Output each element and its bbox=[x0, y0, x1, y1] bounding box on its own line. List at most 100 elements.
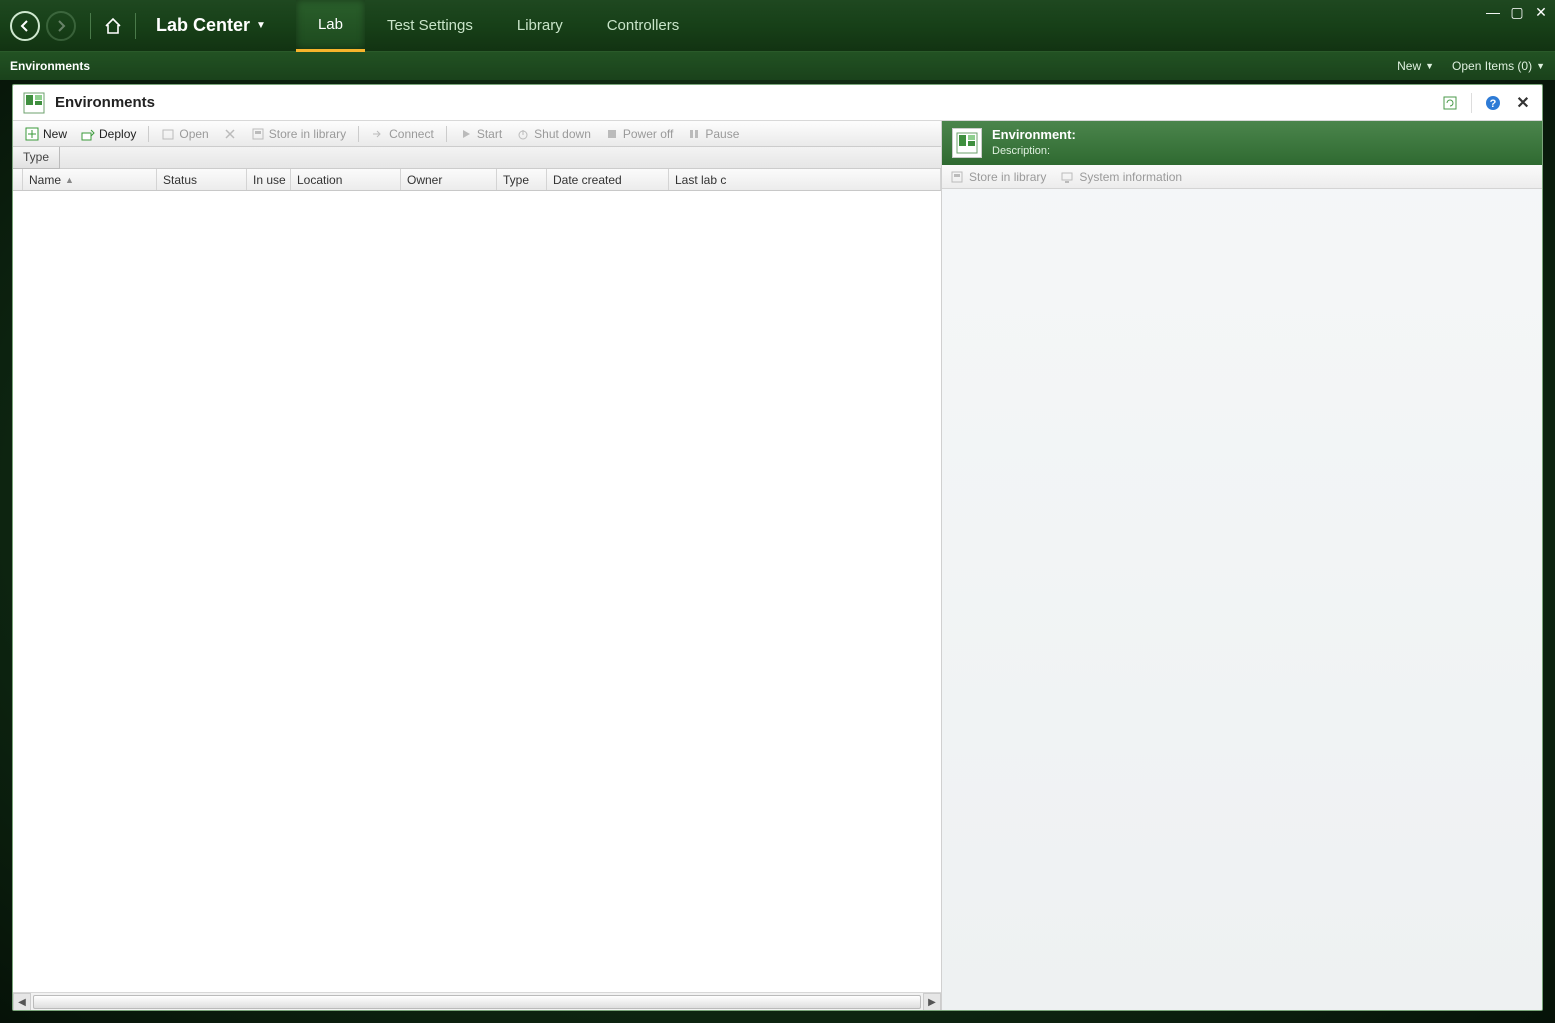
content-frame: Environments ? ✕ New Deploy bbox=[12, 84, 1543, 1011]
pause-icon bbox=[687, 127, 701, 141]
left-pane: New Deploy Open Store in library bbox=[13, 121, 942, 1010]
minimize-button[interactable]: — bbox=[1485, 4, 1501, 21]
details-store-button: Store in library bbox=[950, 170, 1046, 184]
column-headers: Name▲ Status In use Location Owner Type … bbox=[13, 169, 941, 191]
deploy-icon bbox=[81, 127, 95, 141]
stop-icon bbox=[605, 127, 619, 141]
row-grip bbox=[13, 169, 23, 190]
col-name[interactable]: Name ▲ bbox=[23, 169, 157, 190]
deploy-label: Deploy bbox=[99, 127, 136, 141]
scroll-thumb[interactable] bbox=[33, 995, 921, 1009]
tab-controllers[interactable]: Controllers bbox=[585, 0, 702, 52]
delete-button bbox=[217, 125, 243, 143]
description-label: Description: bbox=[992, 144, 1076, 158]
maximize-button[interactable]: ▢ bbox=[1509, 4, 1525, 21]
new-icon bbox=[25, 127, 39, 141]
tab-test-settings[interactable]: Test Settings bbox=[365, 0, 495, 52]
environment-icon bbox=[952, 128, 982, 158]
environment-label: Environment: bbox=[992, 127, 1076, 144]
col-in-use[interactable]: In use bbox=[247, 169, 291, 190]
start-button: Start bbox=[453, 125, 508, 143]
separator bbox=[358, 126, 359, 142]
col-status[interactable]: Status bbox=[157, 169, 247, 190]
connect-icon bbox=[371, 127, 385, 141]
details-sysinfo-label: System information bbox=[1079, 170, 1182, 184]
open-button: Open bbox=[155, 125, 214, 143]
open-items-label: Open Items (0) bbox=[1452, 59, 1532, 73]
scroll-left-button[interactable]: ◀ bbox=[13, 993, 31, 1010]
refresh-icon[interactable] bbox=[1441, 94, 1459, 112]
details-pane: Environment: Description: Store in libra… bbox=[942, 121, 1542, 1010]
sort-asc-icon: ▲ bbox=[65, 175, 74, 185]
horizontal-scrollbar[interactable]: ◀ ▶ bbox=[13, 992, 941, 1010]
open-icon bbox=[161, 127, 175, 141]
power-icon bbox=[516, 127, 530, 141]
page-title: Environments bbox=[55, 94, 155, 111]
ribbon: Lab Center ▼ Lab Test Settings Library C… bbox=[0, 0, 1555, 52]
app-title-dropdown[interactable]: ▼ bbox=[256, 20, 266, 31]
app-title: Lab Center bbox=[156, 15, 250, 36]
col-location[interactable]: Location bbox=[291, 169, 401, 190]
help-icon[interactable]: ? bbox=[1484, 94, 1502, 112]
page-header: Environments ? ✕ bbox=[13, 85, 1542, 121]
open-items-menu[interactable]: Open Items (0) ▼ bbox=[1452, 59, 1545, 73]
details-sysinfo-button: System information bbox=[1060, 170, 1182, 184]
store-icon bbox=[251, 127, 265, 141]
home-button[interactable] bbox=[99, 12, 127, 40]
col-owner[interactable]: Owner bbox=[401, 169, 497, 190]
toolbar: New Deploy Open Store in library bbox=[13, 121, 941, 147]
tab-library[interactable]: Library bbox=[495, 0, 585, 52]
scroll-right-button[interactable]: ▶ bbox=[923, 993, 941, 1010]
col-last-lab[interactable]: Last lab c bbox=[669, 169, 941, 190]
main-tabs: Lab Test Settings Library Controllers bbox=[296, 0, 701, 52]
deploy-button[interactable]: Deploy bbox=[75, 125, 142, 143]
separator bbox=[135, 13, 136, 39]
shutdown-label: Shut down bbox=[534, 127, 591, 141]
group-by-type[interactable]: Type bbox=[13, 147, 60, 169]
sysinfo-icon bbox=[1060, 170, 1074, 184]
close-window-button[interactable]: ✕ bbox=[1533, 4, 1549, 21]
open-label: Open bbox=[179, 127, 208, 141]
separator bbox=[90, 13, 91, 39]
new-button[interactable]: New bbox=[19, 125, 73, 143]
separator bbox=[148, 126, 149, 142]
store-button: Store in library bbox=[245, 125, 352, 143]
poweroff-button: Power off bbox=[599, 125, 679, 143]
svg-text:?: ? bbox=[1490, 98, 1497, 110]
connect-label: Connect bbox=[389, 127, 434, 141]
store-icon bbox=[950, 170, 964, 184]
connect-button: Connect bbox=[365, 125, 440, 143]
forward-button[interactable] bbox=[46, 11, 76, 41]
new-menu[interactable]: New ▼ bbox=[1397, 59, 1434, 73]
close-page-button[interactable]: ✕ bbox=[1514, 94, 1532, 112]
store-label: Store in library bbox=[269, 127, 346, 141]
chevron-down-icon: ▼ bbox=[1425, 61, 1434, 71]
shutdown-button: Shut down bbox=[510, 125, 597, 143]
body-split: New Deploy Open Store in library bbox=[13, 121, 1542, 1010]
environments-icon bbox=[23, 92, 45, 114]
details-toolbar: Store in library System information bbox=[942, 165, 1542, 189]
back-button[interactable] bbox=[10, 11, 40, 41]
subtab-environments[interactable]: Environments bbox=[10, 59, 90, 73]
separator bbox=[446, 126, 447, 142]
group-row: Type bbox=[13, 147, 941, 169]
window-controls: — ▢ ✕ bbox=[1485, 4, 1549, 21]
details-store-label: Store in library bbox=[969, 170, 1046, 184]
new-label: New bbox=[43, 127, 67, 141]
col-date-created[interactable]: Date created bbox=[547, 169, 669, 190]
poweroff-label: Power off bbox=[623, 127, 673, 141]
play-icon bbox=[459, 127, 473, 141]
col-type[interactable]: Type bbox=[497, 169, 547, 190]
col-name-label: Name bbox=[29, 173, 61, 187]
grid-body[interactable] bbox=[13, 191, 941, 992]
start-label: Start bbox=[477, 127, 502, 141]
tab-lab[interactable]: Lab bbox=[296, 0, 365, 52]
pause-button: Pause bbox=[681, 125, 745, 143]
separator bbox=[1471, 93, 1472, 113]
delete-icon bbox=[223, 127, 237, 141]
new-label: New bbox=[1397, 59, 1421, 73]
pause-label: Pause bbox=[705, 127, 739, 141]
chevron-down-icon: ▼ bbox=[1536, 61, 1545, 71]
sub-ribbon: Environments New ▼ Open Items (0) ▼ bbox=[0, 52, 1555, 80]
details-header: Environment: Description: bbox=[942, 121, 1542, 165]
